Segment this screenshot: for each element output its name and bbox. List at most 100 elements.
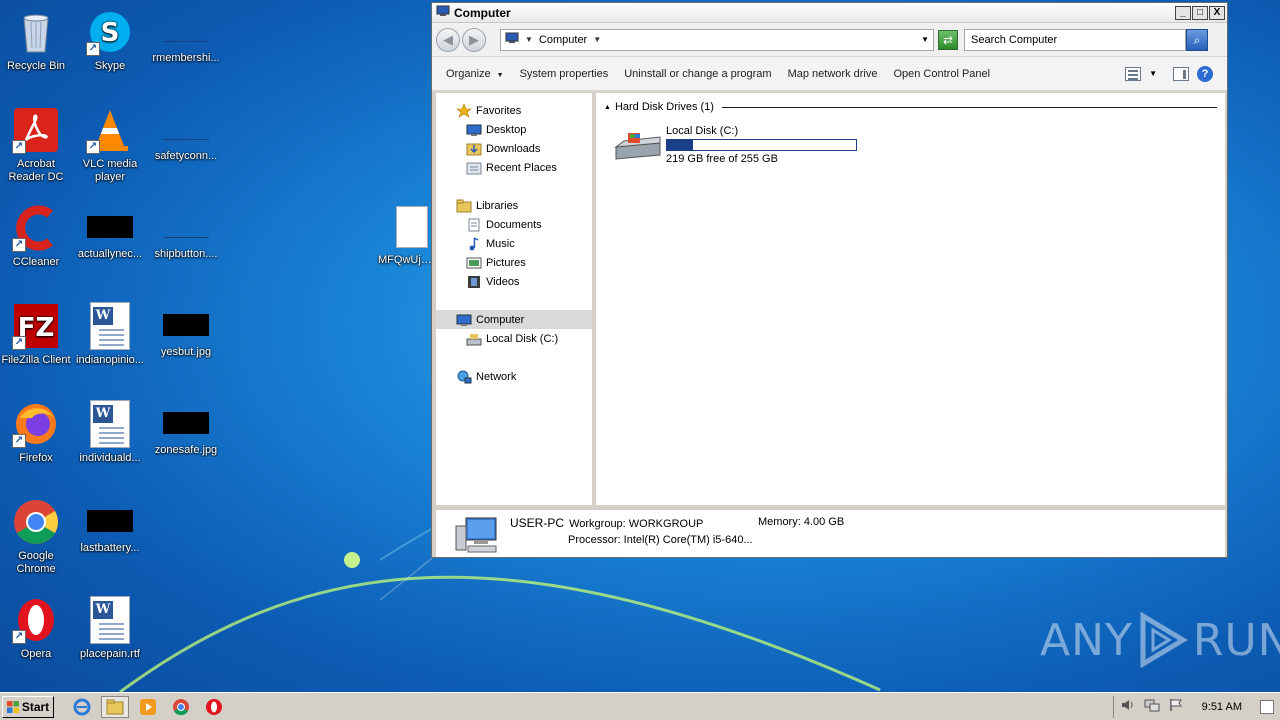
local-disk-item[interactable]: Local Disk (C:) 219 GB free of 255 GB xyxy=(614,125,857,165)
address-field[interactable]: ▼ Computer ▼ ▼ xyxy=(500,28,934,51)
taskbar-explorer-icon[interactable] xyxy=(101,695,129,718)
vlc-icon: ↗ xyxy=(86,106,134,154)
desktop-icon-vlc[interactable]: ↗ VLC media player xyxy=(74,106,146,184)
change-view-icon[interactable] xyxy=(1125,66,1142,81)
image-thumbnail xyxy=(163,412,209,434)
nav-item-downloads[interactable]: Downloads xyxy=(436,139,592,158)
desktop-icon-chrome[interactable]: Google Chrome xyxy=(0,498,72,576)
desktop-icon-firefox[interactable]: ↗ Firefox xyxy=(0,400,72,465)
system-properties-button[interactable]: System properties xyxy=(520,68,609,80)
desktop-icon-filezilla[interactable]: FZ ↗ FileZilla Client xyxy=(0,302,72,367)
memory-label: Memory: xyxy=(758,516,801,528)
shortcut-arrow-icon: ↗ xyxy=(12,336,26,350)
desktop-icon-shipbutton[interactable]: shipbutton.... xyxy=(150,204,222,261)
chevron-down-icon[interactable]: ▼ xyxy=(525,35,533,44)
desktop-icon-individuald[interactable]: W individuald... xyxy=(74,400,146,465)
details-pane: USER-PC Workgroup: WORKGROUP Memory: 4.0… xyxy=(436,509,1225,557)
collapse-icon[interactable]: ▲ xyxy=(604,104,611,111)
start-button[interactable]: Start xyxy=(2,695,54,718)
close-button[interactable]: X xyxy=(1209,5,1225,20)
back-button[interactable]: ◀ xyxy=(436,27,460,52)
desktop-icon-zonesafe[interactable]: zonesafe.jpg xyxy=(150,400,222,457)
forward-button[interactable]: ▶ xyxy=(462,27,486,52)
desktop-icon-recycle-bin[interactable]: Recycle Bin xyxy=(0,8,72,73)
image-thumbnail xyxy=(87,216,133,238)
nav-item-network[interactable]: Network xyxy=(436,367,592,386)
nav-item-recent-places[interactable]: Recent Places xyxy=(436,158,592,177)
desktop-icon-safetyconn[interactable]: safetyconn... xyxy=(150,106,222,163)
help-icon[interactable]: ? xyxy=(1197,65,1213,82)
filezilla-icon: FZ ↗ xyxy=(12,302,60,350)
chevron-down-icon[interactable]: ▼ xyxy=(593,35,601,44)
desktop-icon-lastbattery[interactable]: lastbattery... xyxy=(74,498,146,555)
desktop-icon-label: MFQwUjBC xyxy=(378,254,432,266)
uninstall-program-button[interactable]: Uninstall or change a program xyxy=(624,68,771,80)
clock[interactable]: 9:51 AM xyxy=(1202,701,1242,713)
action-center-flag-icon[interactable] xyxy=(1168,698,1184,715)
organize-button[interactable]: Organize ▼ xyxy=(446,68,504,80)
desktop-icon-acrobat[interactable]: ↗ Acrobat Reader DC xyxy=(0,106,72,184)
desktop-icon-actuallynec[interactable]: actuallynec... xyxy=(74,204,146,261)
nav-item-favorites[interactable]: Favorites xyxy=(436,101,592,120)
address-bar: ◀ ▶ ▼ Computer ▼ ▼ ⇄ Search Computer ⌕ xyxy=(432,23,1227,57)
address-location[interactable]: Computer xyxy=(539,34,587,46)
nav-item-label: Desktop xyxy=(486,123,527,136)
search-input[interactable]: Search Computer xyxy=(964,28,1186,51)
play-logo-icon xyxy=(1140,612,1188,668)
taskbar: Start 9:51 AM xyxy=(0,692,1280,720)
nav-item-libraries[interactable]: Libraries xyxy=(436,196,592,215)
maximize-button[interactable]: □ xyxy=(1192,5,1208,20)
desktop-icon-placepain[interactable]: W placepain.rtf xyxy=(74,596,146,661)
refresh-button[interactable]: ⇄ xyxy=(938,29,958,50)
desktop-icon-opera[interactable]: ↗ Opera xyxy=(0,596,72,661)
view-options-chevron-icon[interactable]: ▼ xyxy=(1149,69,1157,78)
desktop-icon-mfqwujbc[interactable]: MFQwUjBC xyxy=(374,206,432,267)
search-icon[interactable]: ⌕ xyxy=(1186,28,1208,51)
desktop-icon-ccleaner[interactable]: ↗ CCleaner xyxy=(0,204,72,269)
content-pane: ▲ Hard Disk Drives (1) Local Disk (C:) 2… xyxy=(596,93,1225,505)
title-bar[interactable]: Computer _ □ X xyxy=(432,3,1227,23)
network-tray-icon[interactable] xyxy=(1144,698,1160,715)
image-thumbnail xyxy=(87,510,133,532)
nav-item-documents[interactable]: Documents xyxy=(436,215,592,234)
hard-disk-group-header[interactable]: ▲ Hard Disk Drives (1) xyxy=(604,101,1217,113)
nav-item-computer[interactable]: Computer xyxy=(436,310,592,329)
desktop-icon-indianopinio[interactable]: W indianopinio... xyxy=(74,302,146,367)
nav-item-videos[interactable]: Videos xyxy=(436,272,592,291)
word-document-icon: W xyxy=(90,302,130,350)
taskbar-internet-explorer-icon[interactable] xyxy=(68,696,96,718)
nav-item-label: Recent Places xyxy=(486,161,557,174)
anyrun-watermark: ANY RUN xyxy=(1040,612,1280,668)
desktop-icon-yesbut[interactable]: yesbut.jpg xyxy=(150,302,222,359)
minimize-button[interactable]: _ xyxy=(1175,5,1191,20)
search-placeholder: Search Computer xyxy=(971,33,1058,46)
shortcut-arrow-icon: ↗ xyxy=(12,140,26,154)
file-thumbnail xyxy=(163,118,209,140)
desktop-icon-skype[interactable]: S ↗ Skype xyxy=(74,8,146,73)
nav-item-pictures[interactable]: Pictures xyxy=(436,253,592,272)
taskbar-opera-icon[interactable] xyxy=(200,696,228,718)
address-dropdown-icon[interactable]: ▼ xyxy=(921,35,929,44)
taskbar-chrome-icon[interactable] xyxy=(167,696,195,718)
volume-icon[interactable] xyxy=(1120,698,1136,715)
open-control-panel-button[interactable]: Open Control Panel xyxy=(893,68,990,80)
computer-icon xyxy=(505,32,519,47)
star-icon xyxy=(456,102,472,118)
desktop-icon-label: actuallynec... xyxy=(77,248,143,260)
command-bar: Organize ▼ System properties Uninstall or… xyxy=(432,57,1227,91)
workgroup-label: Workgroup: xyxy=(569,518,626,530)
window-title: Computer xyxy=(454,5,511,20)
nav-item-music[interactable]: Music xyxy=(436,234,592,253)
nav-item-desktop[interactable]: Desktop xyxy=(436,120,592,139)
workgroup-value: WORKGROUP xyxy=(628,518,704,530)
hard-drive-icon xyxy=(466,332,482,346)
taskbar-media-player-icon[interactable] xyxy=(134,696,162,718)
navigation-pane: Favorites Desktop Downloads Recent Place… xyxy=(436,93,592,505)
disk-usage-bar xyxy=(666,139,857,151)
map-network-drive-button[interactable]: Map network drive xyxy=(788,68,878,80)
memory-row: Memory: 4.00 GB xyxy=(758,516,844,528)
preview-pane-icon[interactable] xyxy=(1173,66,1189,81)
desktop-icon-rmembership[interactable]: rmembershi... xyxy=(150,8,222,65)
nav-item-local-disk[interactable]: Local Disk (C:) xyxy=(436,329,592,348)
show-desktop-button[interactable] xyxy=(1260,699,1274,714)
